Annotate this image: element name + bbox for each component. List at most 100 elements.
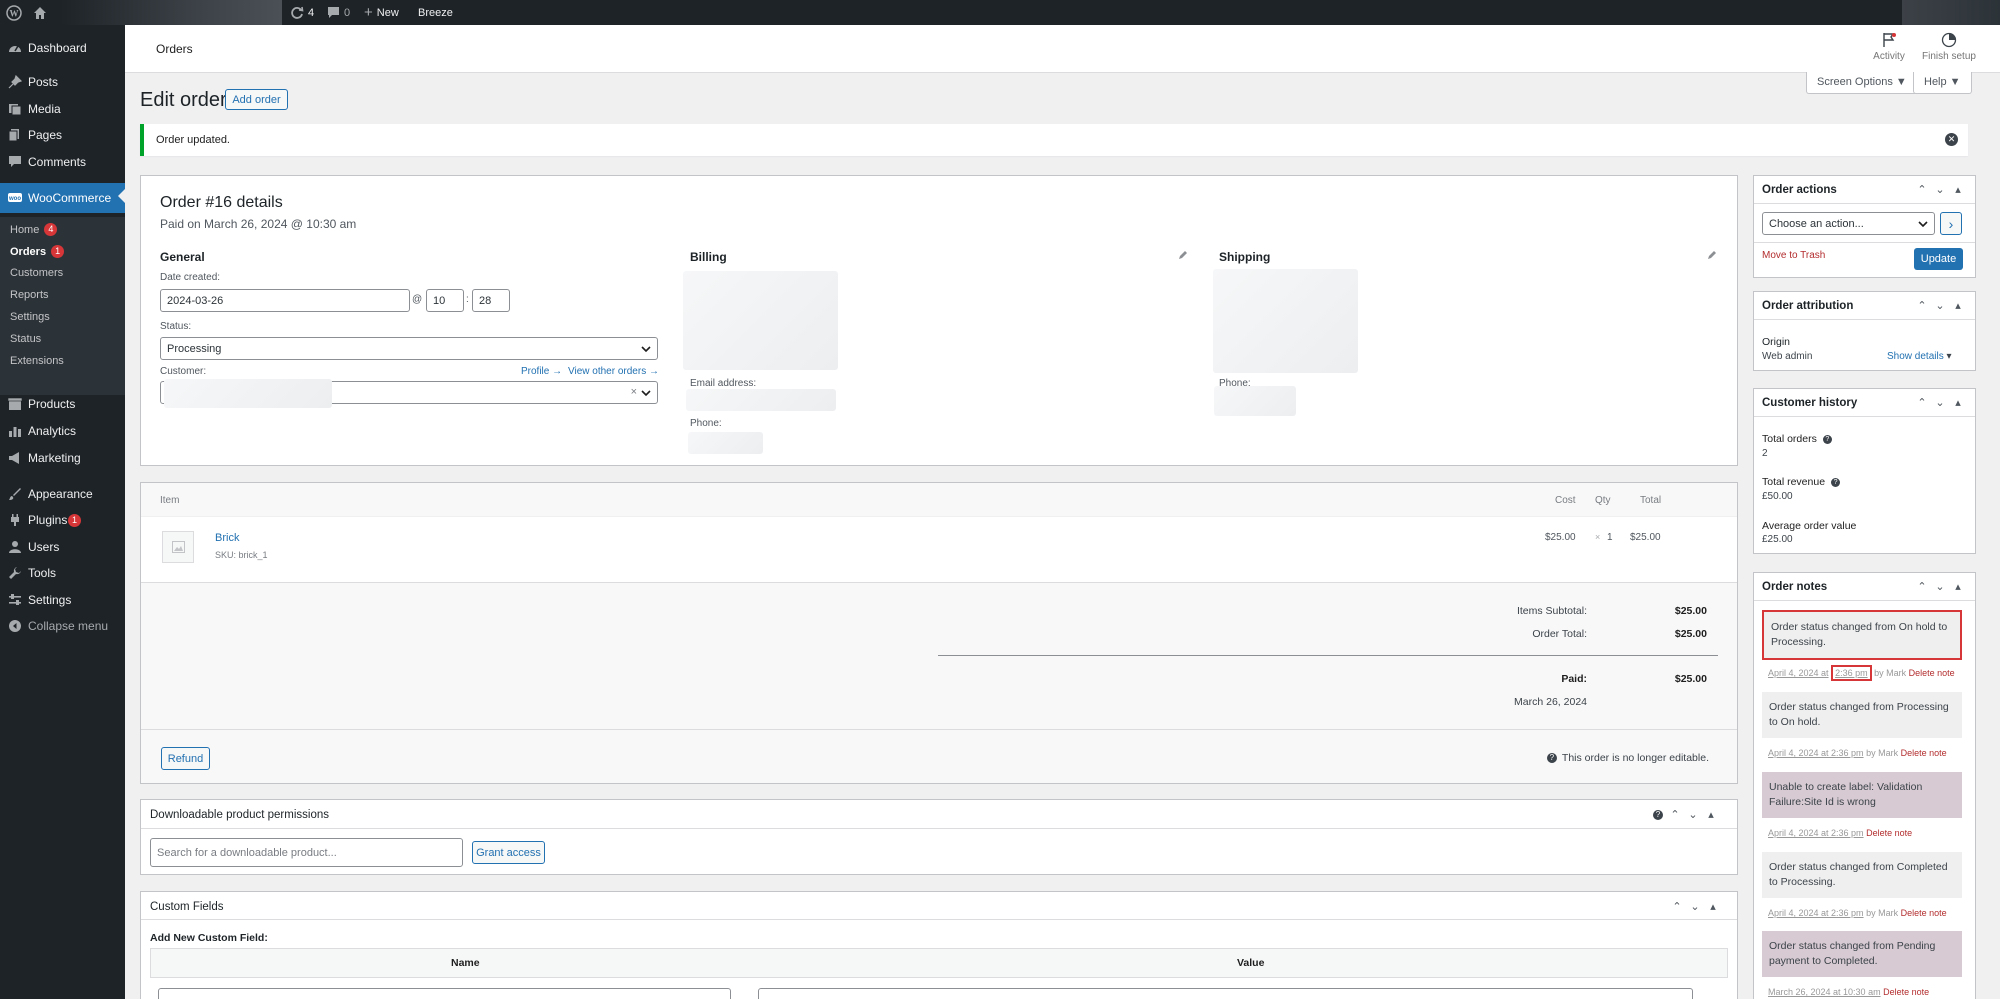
status-select[interactable]: Processing [160, 337, 658, 360]
collapse-menu-button[interactable]: Collapse menu [0, 613, 125, 639]
show-details-link[interactable]: Show details ▾ [1887, 351, 1952, 362]
add-new-custom-field-label: Add New Custom Field: [150, 932, 268, 944]
menu-marketing[interactable]: Marketing [0, 445, 125, 471]
add-order-button[interactable]: Add order [225, 89, 288, 110]
apply-action-button[interactable]: › [1940, 212, 1962, 235]
delete-note-link[interactable]: Delete note [1901, 748, 1947, 758]
toggle-panel-icon[interactable]: ▴ [1952, 580, 1964, 593]
move-down-icon[interactable]: ⌄ [1934, 183, 1946, 196]
breeze-link[interactable]: Breeze [418, 0, 453, 25]
general-heading: General [160, 250, 205, 264]
menu-tools[interactable]: Tools [0, 560, 125, 586]
submenu-extensions[interactable]: Extensions [10, 355, 64, 367]
email-redacted [686, 389, 836, 411]
menu-dashboard[interactable]: Dashboard [0, 35, 125, 61]
delete-note-link[interactable]: Delete note [1866, 828, 1912, 838]
updates-link[interactable]: 4 [290, 0, 314, 25]
menu-comments[interactable]: Comments [0, 149, 125, 175]
menu-woocommerce[interactable]: woo WooCommerce [0, 183, 125, 213]
wordpress-logo-icon[interactable]: W [6, 0, 22, 25]
help-question-icon[interactable]: ? [1822, 434, 1832, 444]
comment-bubble-icon [328, 7, 339, 18]
custom-field-name-input[interactable] [158, 988, 731, 999]
view-other-orders-link[interactable]: View other orders → [568, 366, 659, 377]
comments-count: 0 [344, 6, 351, 19]
help-button[interactable]: Help ▼ [1913, 72, 1972, 94]
toggle-panel-icon[interactable]: ▴ [1952, 396, 1964, 409]
submenu-home[interactable]: Home 4 [10, 223, 58, 236]
edit-billing-pencil-icon[interactable] [1178, 250, 1188, 260]
clear-customer-icon[interactable]: × [631, 386, 637, 398]
order-action-select[interactable]: Choose an action... [1762, 212, 1935, 235]
submenu-reports[interactable]: Reports [10, 289, 49, 301]
submenu-settings[interactable]: Settings [10, 311, 50, 323]
help-question-icon[interactable]: ? [1831, 477, 1841, 487]
finish-setup-button[interactable]: Finish setup [1919, 32, 1979, 62]
menu-users[interactable]: Users [0, 534, 125, 560]
toggle-panel-icon[interactable]: ▴ [1707, 900, 1719, 913]
submenu-orders[interactable]: Orders 1 [10, 245, 65, 258]
move-up-icon[interactable]: ⌃ [1916, 183, 1928, 196]
item-qty: 1 [1607, 532, 1613, 543]
dismiss-notice-icon[interactable]: ✕ [1945, 133, 1958, 146]
minute-input[interactable]: 28 [472, 289, 510, 312]
edit-shipping-pencil-icon[interactable] [1707, 250, 1717, 260]
submenu-customers[interactable]: Customers [10, 267, 63, 279]
megaphone-icon [9, 452, 19, 464]
site-name-redacted[interactable] [60, 0, 282, 25]
move-down-icon[interactable]: ⌄ [1934, 299, 1946, 312]
downloadable-product-search[interactable]: Search for a downloadable product... [150, 838, 463, 867]
move-up-icon[interactable]: ⌃ [1671, 900, 1683, 913]
refund-button[interactable]: Refund [161, 747, 210, 770]
paid-date: March 26, 2024 [1514, 696, 1587, 708]
pages-icon [8, 129, 19, 142]
activity-button[interactable]: Activity [1859, 32, 1919, 62]
new-content-link[interactable]: + New [364, 0, 399, 25]
item-name-link[interactable]: Brick [215, 532, 239, 544]
screen-options-button[interactable]: Screen Options ▼ [1806, 72, 1918, 94]
delete-note-link[interactable]: Delete note [1909, 668, 1955, 678]
email-label: Email address: [690, 378, 757, 389]
hour-input[interactable]: 10 [426, 289, 464, 312]
submenu-status[interactable]: Status [10, 333, 41, 345]
custom-field-value-input[interactable] [758, 988, 1693, 999]
home-badge: 4 [44, 223, 58, 236]
menu-plugins[interactable]: Plugins 1 [0, 507, 125, 533]
update-button[interactable]: Update [1914, 248, 1963, 270]
move-to-trash-link[interactable]: Move to Trash [1762, 250, 1825, 261]
comments-link[interactable]: 0 [327, 0, 350, 25]
move-down-icon[interactable]: ⌄ [1687, 808, 1699, 821]
menu-posts[interactable]: Posts [0, 69, 125, 95]
customer-select[interactable]: × [160, 379, 658, 408]
at-symbol: @ [412, 294, 423, 305]
note-text: Order status changed from On hold to Pro… [1771, 621, 1948, 648]
menu-appearance[interactable]: Appearance [0, 481, 125, 507]
move-down-icon[interactable]: ⌄ [1934, 396, 1946, 409]
move-up-icon[interactable]: ⌃ [1916, 299, 1928, 312]
menu-pages[interactable]: Pages [0, 122, 125, 148]
user-account-redacted[interactable] [1902, 0, 2000, 25]
menu-products[interactable]: Products [0, 391, 125, 417]
move-up-icon[interactable]: ⌃ [1669, 808, 1681, 821]
order-total-value: $25.00 [1674, 628, 1707, 640]
billing-address-redacted [683, 271, 838, 370]
customer-profile-link[interactable]: Profile → [521, 366, 562, 377]
home-icon[interactable] [33, 0, 47, 25]
menu-settings[interactable]: Settings [0, 587, 125, 613]
grant-access-button[interactable]: Grant access [472, 841, 545, 864]
toggle-panel-icon[interactable]: ▴ [1952, 299, 1964, 312]
move-down-icon[interactable]: ⌄ [1689, 900, 1701, 913]
toggle-panel-icon[interactable]: ▴ [1705, 808, 1717, 821]
delete-note-link[interactable]: Delete note [1883, 987, 1929, 997]
menu-analytics[interactable]: Analytics [0, 418, 125, 444]
orders-badge: 1 [51, 245, 65, 258]
menu-media[interactable]: Media [0, 96, 125, 122]
plug-icon [11, 514, 19, 526]
date-created-input[interactable]: 2024-03-26 [160, 289, 410, 312]
toggle-panel-icon[interactable]: ▴ [1952, 183, 1964, 196]
move-up-icon[interactable]: ⌃ [1916, 396, 1928, 409]
move-down-icon[interactable]: ⌄ [1934, 580, 1946, 593]
help-question-icon[interactable]: ? [1653, 809, 1663, 820]
move-up-icon[interactable]: ⌃ [1916, 580, 1928, 593]
delete-note-link[interactable]: Delete note [1901, 908, 1947, 918]
